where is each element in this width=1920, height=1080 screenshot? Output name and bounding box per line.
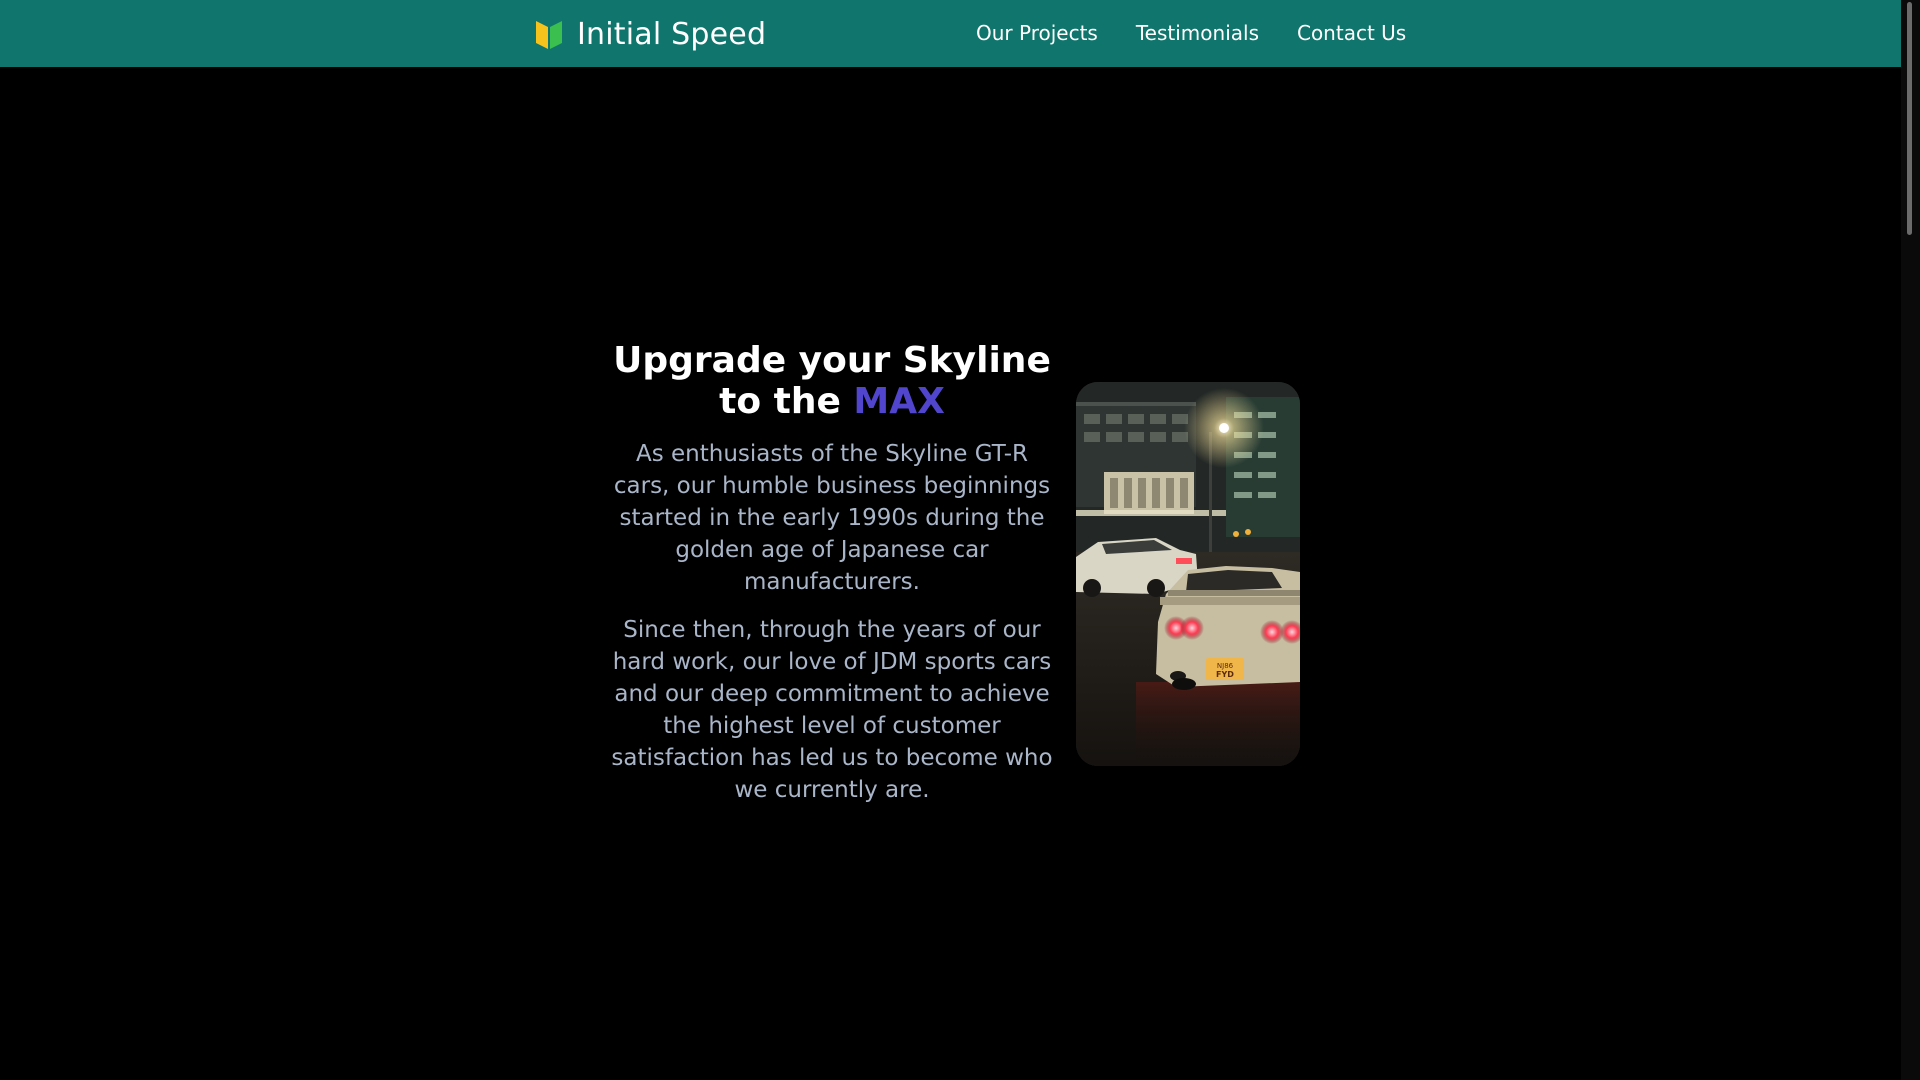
license-plate-line2: FYD [1216,670,1234,679]
brand-name: Initial Speed [577,16,767,52]
nav-link-testimonials[interactable]: Testimonials [1136,20,1259,47]
page-scrollbar[interactable] [1901,0,1920,1080]
hero-title-main: Upgrade your Skyline to the [613,340,1051,422]
license-plate-line1: NJ86 [1217,662,1234,670]
hero-title: Upgrade your Skyline to the MAX [610,340,1054,422]
wakaba-leaf-icon [536,21,562,49]
hero-paragraph-intro: As enthusiasts of the Skyline GT-R cars,… [613,441,1051,595]
scrollbar-thumb[interactable] [1907,2,1912,235]
nav-link-contact-us[interactable]: Contact Us [1297,20,1406,47]
skyline-night-photo: NJ86 FYD [1076,382,1300,766]
hero-paragraph-history: Since then, through the years of our har… [611,617,1053,803]
hero-car-photo: NJ86 FYD [1076,382,1300,766]
hero-section: Upgrade your Skyline to the MAX As enthu… [610,340,1054,806]
brand-logo-link[interactable]: Initial Speed [535,14,766,54]
top-navbar: Initial Speed Our Projects Testimonials … [0,0,1901,67]
hero-title-accent: MAX [853,381,945,422]
nav-link-our-projects[interactable]: Our Projects [976,20,1098,47]
main-nav: Our Projects Testimonials Contact Us [976,20,1406,47]
